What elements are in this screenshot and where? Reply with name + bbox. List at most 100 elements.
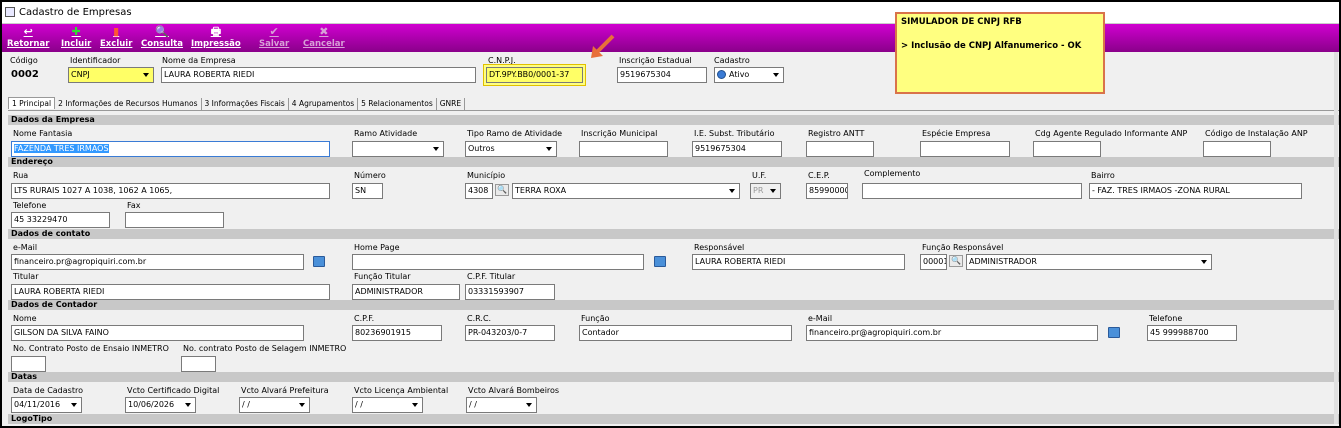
contador-funcao-input[interactable]: Contador xyxy=(579,325,792,341)
ie-subst-label: I.E. Subst. Tributário xyxy=(694,129,775,138)
nome-empresa-input[interactable]: LAURA ROBERTA RIEDI xyxy=(161,67,476,83)
alvara-bombeiros-label: Vcto Alvará Bombeiros xyxy=(468,386,560,395)
nome-fantasia-label: Nome Fantasia xyxy=(13,129,73,138)
funcao-responsavel-select[interactable]: ADMINISTRADOR xyxy=(966,254,1212,270)
especie-empresa-input[interactable] xyxy=(920,141,1010,157)
contador-nome-input[interactable]: GILSON DA SILVA FAINO xyxy=(11,325,304,341)
cpf-titular-input[interactable]: 03331593907 xyxy=(465,284,555,300)
inscricao-municipal-input[interactable] xyxy=(579,141,668,157)
vertical-scrollbar[interactable] xyxy=(1334,52,1338,424)
contador-funcao-label: Função xyxy=(581,314,610,323)
telefone-label: Telefone xyxy=(13,201,47,210)
contador-telefone-input[interactable]: 45 999988700 xyxy=(1147,325,1237,341)
cancelar-button[interactable]: ✖ Cancelar xyxy=(303,26,345,50)
salvar-label: Salvar xyxy=(259,39,290,49)
tab-principal[interactable]: 1 Principal xyxy=(8,97,56,109)
ensaio-inmetro-input[interactable] xyxy=(11,356,46,372)
nome-fantasia-input[interactable]: FAZENDA TRES IRMAOS xyxy=(11,141,330,157)
rua-label: Rua xyxy=(13,171,29,180)
plus-icon: ✚ xyxy=(71,25,81,38)
tipo-ramo-select[interactable]: Outros xyxy=(465,141,557,157)
email-label: e-Mail xyxy=(13,243,38,252)
email-input[interactable]: financeiro.pr@agropiquiri.com.br xyxy=(11,254,304,270)
alvara-bombeiros-picker[interactable]: / / xyxy=(466,397,537,413)
contador-crc-input[interactable]: PR-043203/0-7 xyxy=(465,325,555,341)
ramo-atividade-label: Ramo Atividade xyxy=(354,129,418,138)
codigo-instalacao-anp-input[interactable] xyxy=(1203,141,1271,157)
contador-cpf-input[interactable]: 80236901915 xyxy=(352,325,442,341)
responsavel-input[interactable]: LAURA ROBERTA RIEDI xyxy=(692,254,905,270)
uf-select[interactable]: PR xyxy=(750,183,781,199)
tab-recursos-humanos[interactable]: 2 Informações de Recursos Humanos xyxy=(55,98,202,110)
check-icon: ✔ xyxy=(269,25,279,38)
ramo-atividade-select[interactable] xyxy=(352,141,444,157)
return-icon: ↩ xyxy=(23,25,33,38)
salvar-button[interactable]: ✔ Salvar xyxy=(259,25,290,50)
contador-email-label: e-Mail xyxy=(808,314,833,323)
email-icon[interactable] xyxy=(313,256,325,267)
identificador-select[interactable]: CNPJ xyxy=(68,67,154,83)
arrow-icon xyxy=(591,34,615,58)
numero-input[interactable]: SN xyxy=(352,183,383,199)
nome-fantasia-value: FAZENDA TRES IRMAOS xyxy=(14,144,109,153)
cancelar-label: Cancelar xyxy=(303,39,345,49)
tab-informacoes-fiscais[interactable]: 3 Informações Fiscais xyxy=(202,98,289,110)
bairro-label: Bairro xyxy=(1091,171,1115,180)
cdg-agente-anp-input[interactable] xyxy=(1033,141,1101,157)
web-icon[interactable] xyxy=(654,256,666,267)
simulator-popup: SIMULADOR DE CNPJ RFB > Inclusão de CNPJ… xyxy=(895,12,1105,94)
ie-subst-input[interactable]: 9519675304 xyxy=(692,141,782,157)
uf-label: U.F. xyxy=(752,171,767,180)
tab-gnre[interactable]: GNRE xyxy=(437,98,466,110)
tab-agrupamentos[interactable]: 4 Agrupamentos xyxy=(289,98,359,110)
numero-label: Número xyxy=(354,171,386,180)
registro-antt-label: Registro ANTT xyxy=(808,129,865,138)
funcao-responsavel-code-input[interactable]: 00001 xyxy=(920,254,947,270)
impressao-button[interactable]: 🖶 Impressão xyxy=(191,26,241,50)
telefone-input[interactable]: 45 33229470 xyxy=(11,212,110,228)
bairro-input[interactable]: - FAZ. TRES IRMAOS -ZONA RURAL xyxy=(1089,183,1302,199)
municipio-search-icon[interactable]: 🔍 xyxy=(495,184,509,196)
retornar-label: Retornar xyxy=(7,39,50,49)
contador-email-input[interactable]: financeiro.pr@agropiquiri.com.br xyxy=(806,325,1098,341)
contador-cpf-label: C.P.F. xyxy=(354,314,375,323)
alvara-prefeitura-picker[interactable]: / / xyxy=(239,397,310,413)
search-icon: 🔍 xyxy=(155,25,169,38)
complemento-input[interactable] xyxy=(862,183,1082,199)
cep-input[interactable]: 85990000 xyxy=(806,183,848,199)
municipio-select[interactable]: TERRA ROXA xyxy=(512,183,740,199)
cadastro-select[interactable]: Ativo xyxy=(714,67,784,83)
funcao-titular-label: Função Titular xyxy=(354,272,411,281)
incluir-button[interactable]: ✚ Incluir xyxy=(61,25,91,50)
ensaio-inmetro-label: No. Contrato Posto de Ensaio INMETRO xyxy=(13,344,169,353)
inscricao-estadual-input[interactable]: 9519675304 xyxy=(617,67,707,83)
rua-input[interactable]: LTS RURAIS 1027 A 1038, 1062 A 1065, xyxy=(11,183,330,199)
consulta-button[interactable]: 🔍 Consulta xyxy=(141,25,183,50)
excluir-button[interactable]: ▮ Excluir xyxy=(100,26,133,50)
homepage-input[interactable] xyxy=(352,254,644,270)
funcao-search-icon[interactable]: 🔍 xyxy=(949,255,963,267)
titular-input[interactable]: LAURA ROBERTA RIEDI xyxy=(11,284,330,300)
cadastro-value: Ativo xyxy=(729,70,750,79)
funcao-responsavel-label: Função Responsável xyxy=(922,243,1004,252)
data-cadastro-picker[interactable]: 04/11/2016 xyxy=(11,397,82,413)
funcao-titular-input[interactable]: ADMINISTRADOR xyxy=(352,284,460,300)
registro-antt-input[interactable] xyxy=(806,141,874,157)
data-cadastro-label: Data de Cadastro xyxy=(13,386,83,395)
selagem-inmetro-input[interactable] xyxy=(181,356,216,372)
retornar-button[interactable]: ↩ Retornar xyxy=(7,25,50,50)
cnpj-input[interactable]: DT.9PY.BB0/0001-37 xyxy=(486,67,583,83)
excluir-label: Excluir xyxy=(100,39,133,49)
fax-input[interactable] xyxy=(125,212,224,228)
homepage-label: Home Page xyxy=(354,243,400,252)
municipio-code-input[interactable]: 4308 xyxy=(465,183,493,199)
impressao-label: Impressão xyxy=(191,39,241,49)
section-dados-contato: Dados de contato xyxy=(8,229,1339,239)
codigo-label: Código xyxy=(10,56,38,65)
contador-email-icon[interactable] xyxy=(1108,327,1120,338)
responsavel-label: Responsável xyxy=(694,243,745,252)
licenca-ambiental-picker[interactable]: / / xyxy=(352,397,423,413)
tab-relacionamentos[interactable]: 5 Relacionamentos xyxy=(358,98,437,110)
section-logotipo: LogoTipo xyxy=(8,414,1339,424)
certificado-digital-picker[interactable]: 10/06/2026 xyxy=(125,397,196,413)
